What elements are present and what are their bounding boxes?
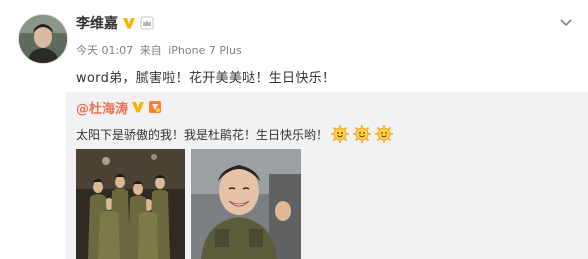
repost-image-group-photo[interactable] — [76, 149, 185, 259]
crown-icon — [140, 16, 154, 30]
repost-header: @杜海涛 — [76, 98, 162, 117]
sun-emoji-icon — [331, 125, 350, 143]
source-prefix: 来自 — [139, 44, 162, 57]
post-time[interactable]: 今天 01:07 — [76, 44, 133, 57]
author-name[interactable]: 李维嘉 — [76, 13, 118, 33]
verified-v-icon — [132, 102, 145, 113]
post-text: word弟，腻害啦！花开美美哒！生日快乐！ — [76, 71, 336, 86]
chevron-down-icon[interactable] — [558, 14, 574, 30]
sun-emoji-icon — [375, 125, 394, 143]
post-source[interactable]: iPhone 7 Plus — [168, 44, 242, 57]
repost-author[interactable]: @杜海涛 — [76, 98, 128, 117]
verified-v-icon — [123, 18, 135, 29]
repost-text-line: 太阳下是骄傲的我！我是杜鹃花！生日快乐哟！ — [76, 124, 394, 144]
repost-image-selfie[interactable] — [191, 149, 301, 259]
repost-text: 太阳下是骄傲的我！我是杜鹃花！生日快乐哟！ — [76, 127, 329, 142]
sun-emoji-icon — [353, 125, 372, 143]
weibo-post: 李维嘉 今天 01:07 来自 iPhone 7 Plus word弟，腻害啦！… — [0, 0, 588, 259]
post-header: 李维嘉 — [76, 14, 154, 32]
repost-block: @杜海涛 太阳下是骄傲的我！我是杜鹃花！生日快乐哟！ — [66, 92, 588, 259]
member-icon — [149, 101, 162, 113]
post-meta: 今天 01:07 来自 iPhone 7 Plus — [76, 42, 245, 58]
author-avatar[interactable] — [18, 14, 68, 64]
